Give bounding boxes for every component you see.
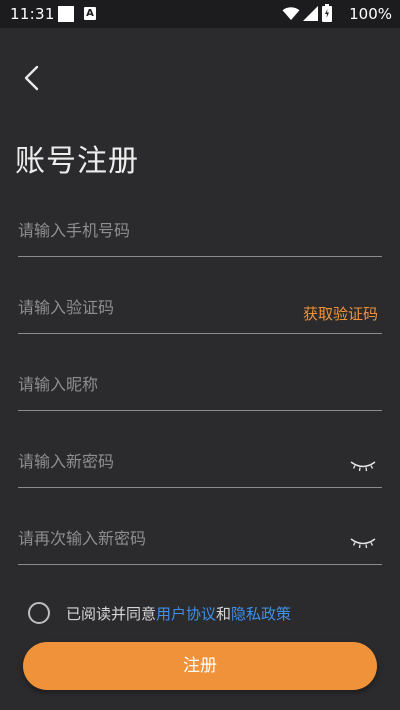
agreement-row: 已阅读并同意用户协议和隐私政策 [28,600,368,626]
password-field [18,443,382,488]
notification-app-icon: A [84,7,96,20]
agreement-text: 已阅读并同意用户协议和隐私政策 [66,603,291,624]
back-arrow-icon [24,65,39,91]
privacy-policy-link[interactable]: 隐私政策 [231,605,291,623]
confirm-password-input[interactable] [18,520,318,556]
phone-input[interactable] [18,212,318,248]
register-screen: 11:31 A 100% 账号注册 获取验 [0,0,400,710]
code-input[interactable] [18,289,318,325]
user-agreement-link[interactable]: 用户协议 [156,605,216,623]
phone-field [18,212,382,257]
signal-icon [303,6,318,21]
confirm-password-field [18,520,382,565]
nickname-field [18,366,382,411]
wifi-icon [282,7,300,20]
code-field: 获取验证码 [18,289,382,334]
agreement-checkbox[interactable] [28,602,50,624]
battery-icon [322,4,332,22]
status-bar: 11:31 A 100% [0,0,400,28]
back-button[interactable] [14,58,54,98]
password-input[interactable] [18,443,318,479]
page-title: 账号注册 [15,144,139,179]
eye-closed-icon[interactable] [350,536,376,550]
battery-percentage: 100% [349,5,392,23]
agreement-prefix: 已阅读并同意 [66,605,157,623]
nickname-input[interactable] [18,366,318,402]
eye-closed-icon[interactable] [350,459,376,473]
status-time: 11:31 [10,5,55,23]
notification-square-icon [58,6,74,22]
agreement-and: 和 [216,605,232,623]
get-code-button[interactable]: 获取验证码 [303,303,378,324]
register-button[interactable]: 注册 [23,642,377,690]
status-indicators: 100% [282,4,392,24]
